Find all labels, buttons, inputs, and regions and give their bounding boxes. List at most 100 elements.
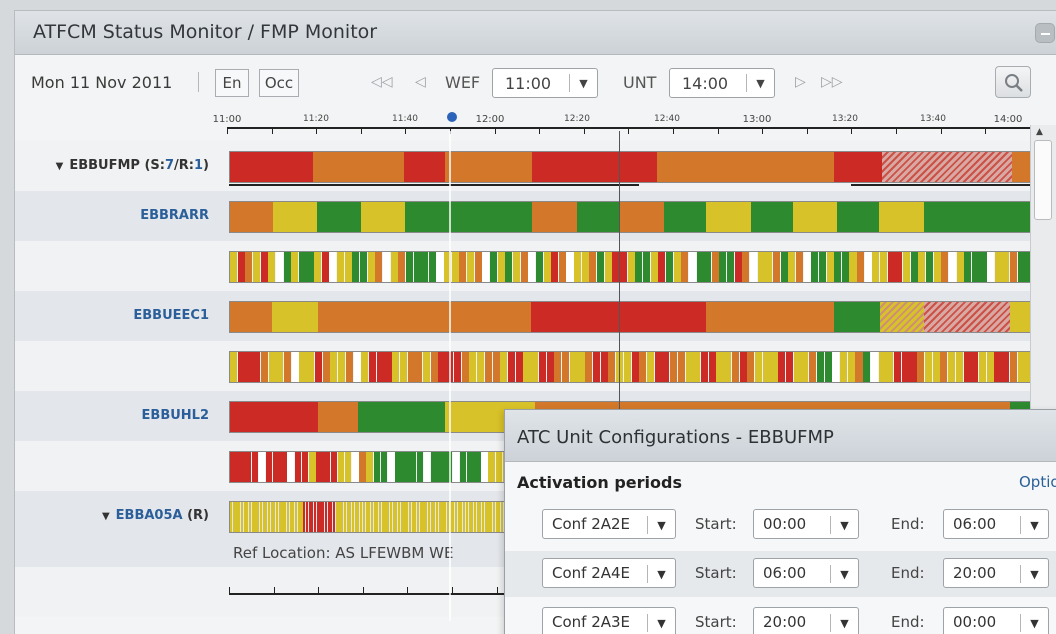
en-toggle-button[interactable]: En xyxy=(215,69,249,97)
row-label-ebbuhl2[interactable]: EBBUHL2 xyxy=(142,408,209,423)
row-label-ebba05a[interactable]: ▼ EBBA05A (R) xyxy=(102,508,209,523)
occupancy-bar[interactable] xyxy=(229,251,1032,283)
minimize-icon[interactable] xyxy=(1035,23,1055,43)
occ-toggle-button[interactable]: Occ xyxy=(259,69,299,97)
status-segment[interactable] xyxy=(404,202,533,232)
status-segment[interactable] xyxy=(360,202,405,232)
status-segment[interactable] xyxy=(706,302,834,332)
status-segment[interactable] xyxy=(705,202,751,232)
scroll-thumb[interactable] xyxy=(1034,140,1052,220)
end-time-select[interactable]: 06:00 ▼ xyxy=(943,509,1049,539)
forecast-segment[interactable] xyxy=(924,302,1010,332)
status-segment[interactable] xyxy=(656,152,835,182)
start-time-select[interactable]: 06:00 ▼ xyxy=(753,558,859,588)
search-button[interactable] xyxy=(995,66,1031,98)
status-segment[interactable] xyxy=(837,202,880,232)
row-label-ebbufmp[interactable]: ▼ EBBUFMP (S:7/R:1) xyxy=(56,158,209,173)
config-select[interactable]: Conf 2A2E ▼ xyxy=(542,509,676,539)
status-segment[interactable] xyxy=(230,202,273,232)
rewind-icon[interactable]: ◁ xyxy=(415,74,426,90)
row-label-ebbrarr[interactable]: EBBRARR xyxy=(140,208,209,223)
axis-tick xyxy=(985,127,987,134)
collapse-triangle-icon[interactable]: ▼ xyxy=(56,161,64,172)
status-segment[interactable] xyxy=(1010,302,1031,332)
forecast-segment[interactable] xyxy=(882,152,1013,182)
status-segment[interactable] xyxy=(663,202,706,232)
status-segment[interactable] xyxy=(316,202,361,232)
config-select[interactable]: Conf 2A3E ▼ xyxy=(542,607,676,634)
occupancy-stripe xyxy=(474,452,481,482)
occupancy-stripe xyxy=(361,352,369,382)
status-segment[interactable] xyxy=(532,152,657,182)
status-segment[interactable] xyxy=(834,152,883,182)
row-ebbufmp[interactable]: ▼ EBBUFMP (S:7/R:1) xyxy=(15,141,1045,191)
status-segment[interactable] xyxy=(312,152,404,182)
row-label-suffix: ) xyxy=(203,158,209,173)
occupancy-stripe xyxy=(855,352,863,382)
status-bar[interactable] xyxy=(229,301,1032,333)
row-ebbueec1-detail[interactable] xyxy=(15,341,1045,391)
occupancy-stripe xyxy=(375,252,383,282)
regulation-line xyxy=(229,184,639,186)
occupancy-bar[interactable] xyxy=(229,451,509,483)
wef-time-select[interactable]: 11:00 ▼ xyxy=(492,68,598,98)
status-segment[interactable] xyxy=(445,152,533,182)
status-segment[interactable] xyxy=(879,202,925,232)
status-bar[interactable] xyxy=(229,201,1032,233)
status-segment[interactable] xyxy=(230,152,313,182)
forward-fast-icon[interactable]: ▷▷ xyxy=(821,74,843,90)
occupancy-stripe xyxy=(237,252,245,282)
status-segment[interactable] xyxy=(318,302,531,332)
unt-label: UNT xyxy=(623,73,657,92)
status-segment[interactable] xyxy=(792,202,838,232)
mini-axis-line xyxy=(229,593,519,595)
status-segment[interactable] xyxy=(272,302,318,332)
axis-tick xyxy=(806,127,808,134)
occupancy-stripe xyxy=(1009,352,1017,382)
options-link[interactable]: Options xyxy=(1019,473,1056,491)
unt-time-select[interactable]: 14:00 ▼ xyxy=(669,68,775,98)
scroll-up-icon[interactable]: ▲ xyxy=(1036,127,1043,137)
occupancy-stripe xyxy=(430,352,438,382)
occupancy-stripe xyxy=(399,352,407,382)
status-segment[interactable] xyxy=(924,202,1031,232)
occupancy-stripe xyxy=(488,452,496,482)
occupancy-stripe xyxy=(971,352,979,382)
status-segment[interactable] xyxy=(1012,152,1031,182)
occupancy-bar[interactable] xyxy=(229,501,519,533)
status-segment[interactable] xyxy=(230,302,272,332)
status-segment[interactable] xyxy=(619,202,664,232)
row-ebbueec1[interactable]: EBBUEEC1 xyxy=(15,291,1045,341)
row-label-ebbueec1[interactable]: EBBUEEC1 xyxy=(133,308,209,323)
status-segment[interactable] xyxy=(230,402,318,432)
status-bar[interactable] xyxy=(229,151,1032,183)
occupancy-stripe xyxy=(438,452,445,482)
rewind-fast-icon[interactable]: ◁◁ xyxy=(371,74,393,90)
end-label: End: xyxy=(891,613,925,631)
status-segment[interactable] xyxy=(577,202,620,232)
forward-icon[interactable]: ▷ xyxy=(795,74,806,90)
status-segment[interactable] xyxy=(834,302,880,332)
occupancy-stripe xyxy=(739,352,747,382)
status-segment[interactable] xyxy=(750,202,793,232)
status-segment[interactable] xyxy=(272,202,317,232)
end-time-select[interactable]: 20:00 ▼ xyxy=(943,558,1049,588)
occupancy-stripe xyxy=(986,352,994,382)
config-select[interactable]: Conf 2A4E ▼ xyxy=(542,558,676,588)
occupancy-bar[interactable] xyxy=(229,351,1032,383)
row-ebbrarr[interactable]: EBBRARR xyxy=(15,191,1045,241)
collapse-triangle-icon[interactable]: ▼ xyxy=(102,511,110,522)
status-segment[interactable] xyxy=(357,402,446,432)
start-time-select[interactable]: 00:00 ▼ xyxy=(753,509,859,539)
end-time-select[interactable]: 00:00 ▼ xyxy=(943,607,1049,634)
status-segment[interactable] xyxy=(532,202,578,232)
forecast-segment[interactable] xyxy=(880,302,924,332)
status-segment[interactable] xyxy=(403,152,446,182)
occupancy-stripe xyxy=(724,352,732,382)
start-label: Start: xyxy=(695,515,737,533)
occupancy-stripe xyxy=(948,352,956,382)
start-time-select[interactable]: 20:00 ▼ xyxy=(753,607,859,634)
status-segment[interactable] xyxy=(317,402,358,432)
row-ebbrarr-detail[interactable] xyxy=(15,241,1045,291)
occupancy-stripe xyxy=(543,252,551,282)
